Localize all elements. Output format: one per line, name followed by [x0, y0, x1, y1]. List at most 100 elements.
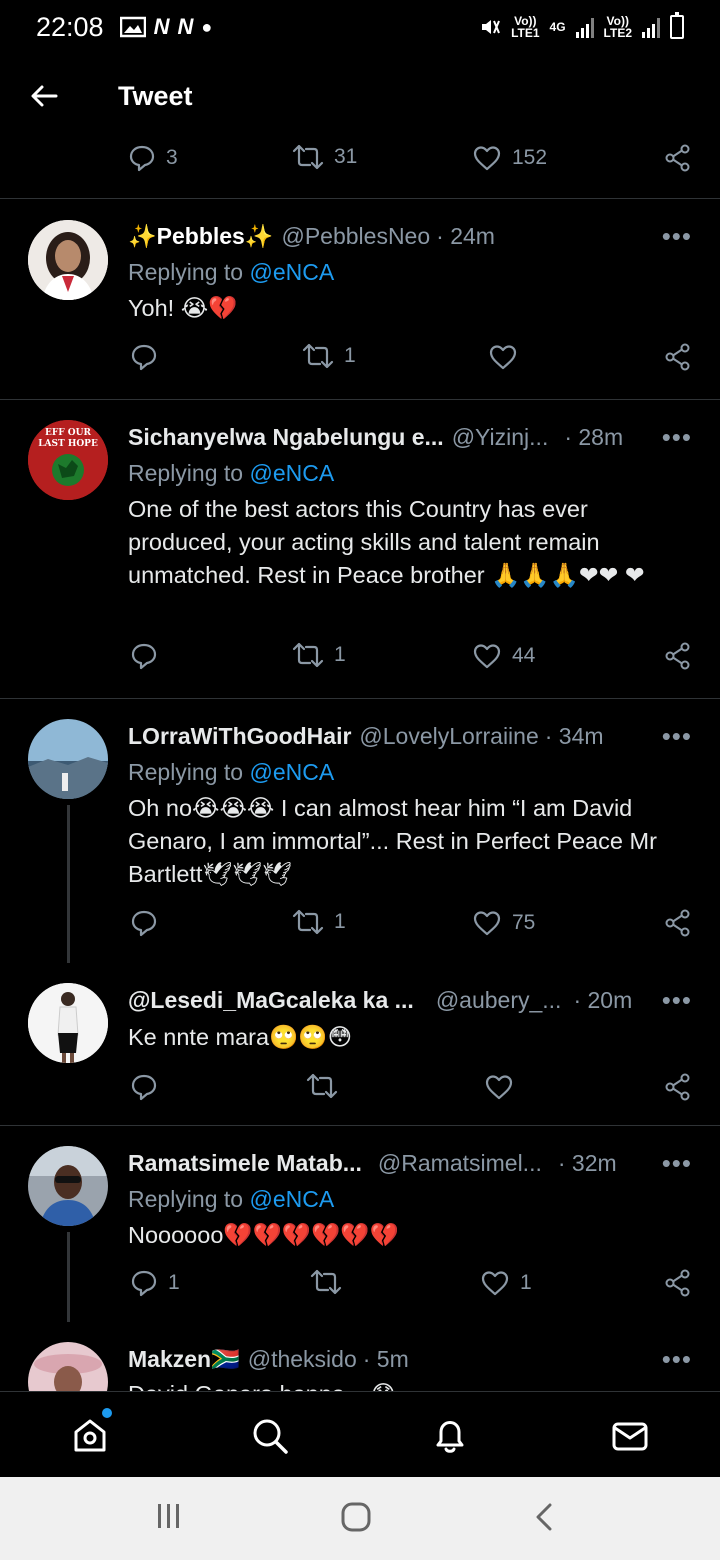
battery-icon — [670, 12, 684, 39]
replying-to: Replying to @eNCA — [128, 259, 334, 286]
retweet-button[interactable]: 1 — [292, 909, 346, 935]
reply-tweet[interactable]: LOrraWiThGoodHair @LovelyLorraiine · 34m… — [0, 699, 720, 963]
avatar[interactable] — [28, 719, 108, 799]
retweet-button[interactable]: 31 — [292, 144, 357, 170]
network-label: 4G — [549, 20, 566, 34]
display-name[interactable]: Sichanyelwa Ngabelungu e... — [128, 424, 444, 451]
replying-to: Replying to @eNCA — [128, 460, 334, 487]
handle[interactable]: @LovelyLorraiine — [359, 723, 538, 750]
tweet-text: Noooooo💔💔💔💔💔💔 — [128, 1222, 399, 1248]
handle[interactable]: @theksido — [248, 1346, 357, 1373]
avatar[interactable] — [28, 983, 108, 1063]
display-name[interactable]: Makzen🇿🇦 — [128, 1346, 240, 1373]
nav-messages[interactable] — [608, 1414, 652, 1458]
share-button[interactable] — [664, 343, 692, 371]
avatar[interactable] — [28, 220, 108, 300]
retweet-button[interactable]: 1 — [302, 343, 356, 369]
recents-button[interactable] — [154, 1501, 184, 1536]
news-notification-icon: N — [177, 14, 194, 39]
share-button[interactable] — [664, 909, 692, 937]
handle[interactable]: @Ramatsimel... — [378, 1150, 542, 1177]
replying-to-link[interactable]: @eNCA — [249, 759, 334, 785]
avatar[interactable] — [28, 1342, 108, 1391]
retweet-icon — [292, 642, 324, 668]
heart-icon — [485, 1075, 513, 1100]
reply-icon — [131, 1270, 157, 1297]
heart-icon — [481, 1271, 509, 1296]
replying-to-link[interactable]: @eNCA — [249, 259, 334, 285]
reply-button[interactable] — [130, 343, 168, 371]
reply-button[interactable] — [130, 1073, 168, 1101]
like-button[interactable] — [488, 343, 528, 371]
more-options-button[interactable]: ••• — [662, 1148, 692, 1179]
reply-button[interactable] — [130, 909, 168, 937]
reply-tweet[interactable]: Ramatsimele Matab... @Ramatsimel... · 32… — [0, 1126, 720, 1322]
tweet-header: @Lesedi_MaGcaleka ka ... @aubery_... · 2… — [128, 987, 692, 1014]
reply-tweet[interactable]: ✨Pebbles✨ @PebblesNeo · 24m ••• Replying… — [0, 199, 720, 399]
reply-button[interactable]: 1 — [130, 1269, 180, 1297]
share-icon — [665, 909, 690, 937]
handle[interactable]: @PebblesNeo — [281, 223, 430, 250]
reply-icon — [129, 145, 155, 172]
display-name[interactable]: @Lesedi_MaGcaleka ka ... — [128, 987, 414, 1014]
display-name[interactable]: ✨Pebbles✨ — [128, 223, 273, 250]
reply-tweet[interactable]: @Lesedi_MaGcaleka ka ... @aubery_... · 2… — [0, 963, 720, 1125]
avatar[interactable] — [28, 1146, 108, 1226]
like-button[interactable]: 44 — [472, 642, 535, 670]
retweet-count: 31 — [334, 145, 358, 168]
replying-to-link[interactable]: @eNCA — [249, 460, 334, 486]
retweet-icon — [302, 343, 334, 369]
nav-notifications[interactable] — [428, 1414, 472, 1458]
reply-icon — [131, 643, 157, 670]
more-options-button[interactable]: ••• — [662, 221, 692, 252]
like-button[interactable] — [484, 1073, 524, 1101]
main-tweet-actions: 3 31 152 — [0, 144, 720, 184]
avatar[interactable]: EFF OUR LAST HOPE — [28, 420, 108, 500]
share-button[interactable] — [664, 1269, 692, 1297]
like-button[interactable]: 75 — [472, 909, 535, 937]
display-name[interactable]: LOrraWiThGoodHair — [128, 723, 351, 750]
notifications-icon — [436, 1421, 464, 1453]
nav-search[interactable] — [248, 1414, 292, 1458]
like-button[interactable]: 152 — [472, 144, 547, 172]
tweet-header: Sichanyelwa Ngabelungu e... @Yizinj... ·… — [128, 424, 692, 451]
replying-to-label: Replying to — [128, 259, 244, 285]
share-icon — [665, 1269, 690, 1297]
share-icon — [665, 343, 690, 371]
tweet-actions: 1 1 — [0, 1269, 720, 1309]
share-button[interactable] — [664, 144, 692, 172]
timestamp: · 20m — [573, 987, 633, 1013]
display-name[interactable]: Ramatsimele Matab... — [128, 1150, 362, 1177]
retweet-button[interactable] — [306, 1073, 348, 1099]
handle[interactable]: @Yizinj... — [452, 424, 549, 451]
more-options-button[interactable]: ••• — [662, 1344, 692, 1375]
more-options-button[interactable]: ••• — [662, 985, 692, 1016]
like-button[interactable]: 1 — [480, 1269, 532, 1297]
like-count: 1 — [520, 1271, 532, 1294]
retweet-button[interactable] — [310, 1269, 352, 1295]
share-button[interactable] — [664, 1073, 692, 1101]
timestamp: · 5m — [362, 1346, 409, 1372]
replying-to-link[interactable]: @eNCA — [249, 1186, 334, 1212]
reply-icon — [131, 344, 157, 371]
nav-home[interactable] — [68, 1408, 112, 1458]
more-options-button[interactable]: ••• — [662, 422, 692, 453]
retweet-button[interactable]: 1 — [292, 642, 346, 668]
reply-icon — [131, 910, 157, 937]
reply-button[interactable]: 3 — [128, 144, 178, 172]
reply-tweet[interactable]: Makzen🇿🇦 @theksido · 5m ••• David Genaro… — [0, 1322, 720, 1391]
back-system-button[interactable] — [530, 1501, 560, 1538]
more-options-button[interactable]: ••• — [662, 721, 692, 752]
reply-button[interactable] — [130, 642, 168, 670]
back-button[interactable] — [14, 66, 74, 126]
tweet-thread[interactable]: 3 31 152 ✨Pebbles✨ @PebblesNeo · 24m •••… — [0, 138, 720, 1391]
share-button[interactable] — [664, 642, 692, 670]
tweet-actions: 1 — [0, 343, 720, 383]
home-button[interactable] — [340, 1501, 372, 1538]
reply-tweet[interactable]: EFF OUR LAST HOPE Sichanyelwa Ngabelungu… — [0, 400, 720, 698]
profile-photo — [28, 1146, 108, 1226]
tweet-text: Yoh! 😭💔 — [128, 295, 238, 321]
handle[interactable]: @aubery_... — [436, 987, 562, 1014]
share-icon — [665, 642, 690, 670]
mute-icon — [482, 20, 501, 34]
